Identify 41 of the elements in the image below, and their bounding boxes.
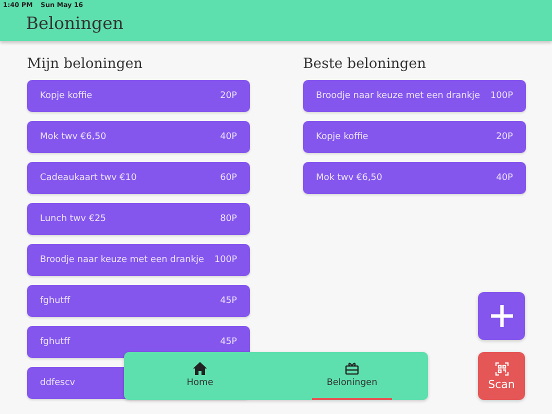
reward-name: Broodje naar keuze met een drankje (316, 91, 480, 101)
page-title: Beloningen (26, 13, 124, 36)
home-icon (193, 362, 207, 375)
reward-points: 100P (490, 91, 513, 101)
reward-name: Mok twv €6,50 (40, 132, 106, 142)
reward-points: 20P (220, 91, 237, 101)
section-title: Mijn beloningen (27, 55, 144, 73)
reward-card[interactable]: Kopje koffie 20P (303, 121, 526, 153)
reward-name: Kopje koffie (40, 91, 92, 101)
reward-card[interactable]: fghutff 45P (27, 285, 250, 317)
reward-points: 45P (220, 337, 237, 347)
reward-points: 40P (220, 132, 237, 142)
reward-name: Broodje naar keuze met een drankje (40, 255, 204, 265)
scan-button[interactable]: Scan (478, 352, 525, 400)
reward-name: fghutff (40, 296, 70, 306)
section-title: Beste beloningen (303, 55, 428, 73)
reward-points: 80P (220, 214, 237, 224)
reward-name: ddfescv (40, 378, 76, 388)
reward-name: fghutff (40, 337, 70, 347)
reward-name: Lunch twv €25 (40, 214, 106, 224)
reward-name: Mok twv €6,50 (316, 173, 382, 183)
reward-card[interactable]: Mok twv €6,50 40P (27, 121, 250, 153)
gift-card-icon (345, 362, 359, 375)
reward-card[interactable]: Mok twv €6,50 40P (303, 162, 526, 194)
reward-points: 20P (496, 132, 513, 142)
add-button[interactable] (478, 292, 525, 340)
plus-icon (490, 304, 514, 328)
reward-card[interactable]: Cadeaukaart twv €10 60P (27, 162, 250, 194)
reward-card[interactable]: Kopje koffie 20P (27, 80, 250, 112)
reward-name: Cadeaukaart twv €10 (40, 173, 137, 183)
qr-scan-icon (494, 362, 508, 376)
reward-name: Kopje koffie (316, 132, 368, 142)
reward-card[interactable]: Lunch twv €25 80P (27, 203, 250, 235)
reward-card[interactable]: fghutff 45P (27, 326, 250, 358)
reward-card[interactable]: Broodje naar keuze met een drankje 100P (27, 244, 250, 276)
reward-card[interactable]: Broodje naar keuze met een drankje 100P (303, 80, 526, 112)
reward-points: 45P (220, 296, 237, 306)
reward-points: 60P (220, 173, 237, 183)
reward-points: 40P (496, 173, 513, 183)
reward-points: 100P (214, 255, 237, 265)
nav-tab[interactable]: Beloningen (312, 352, 392, 400)
